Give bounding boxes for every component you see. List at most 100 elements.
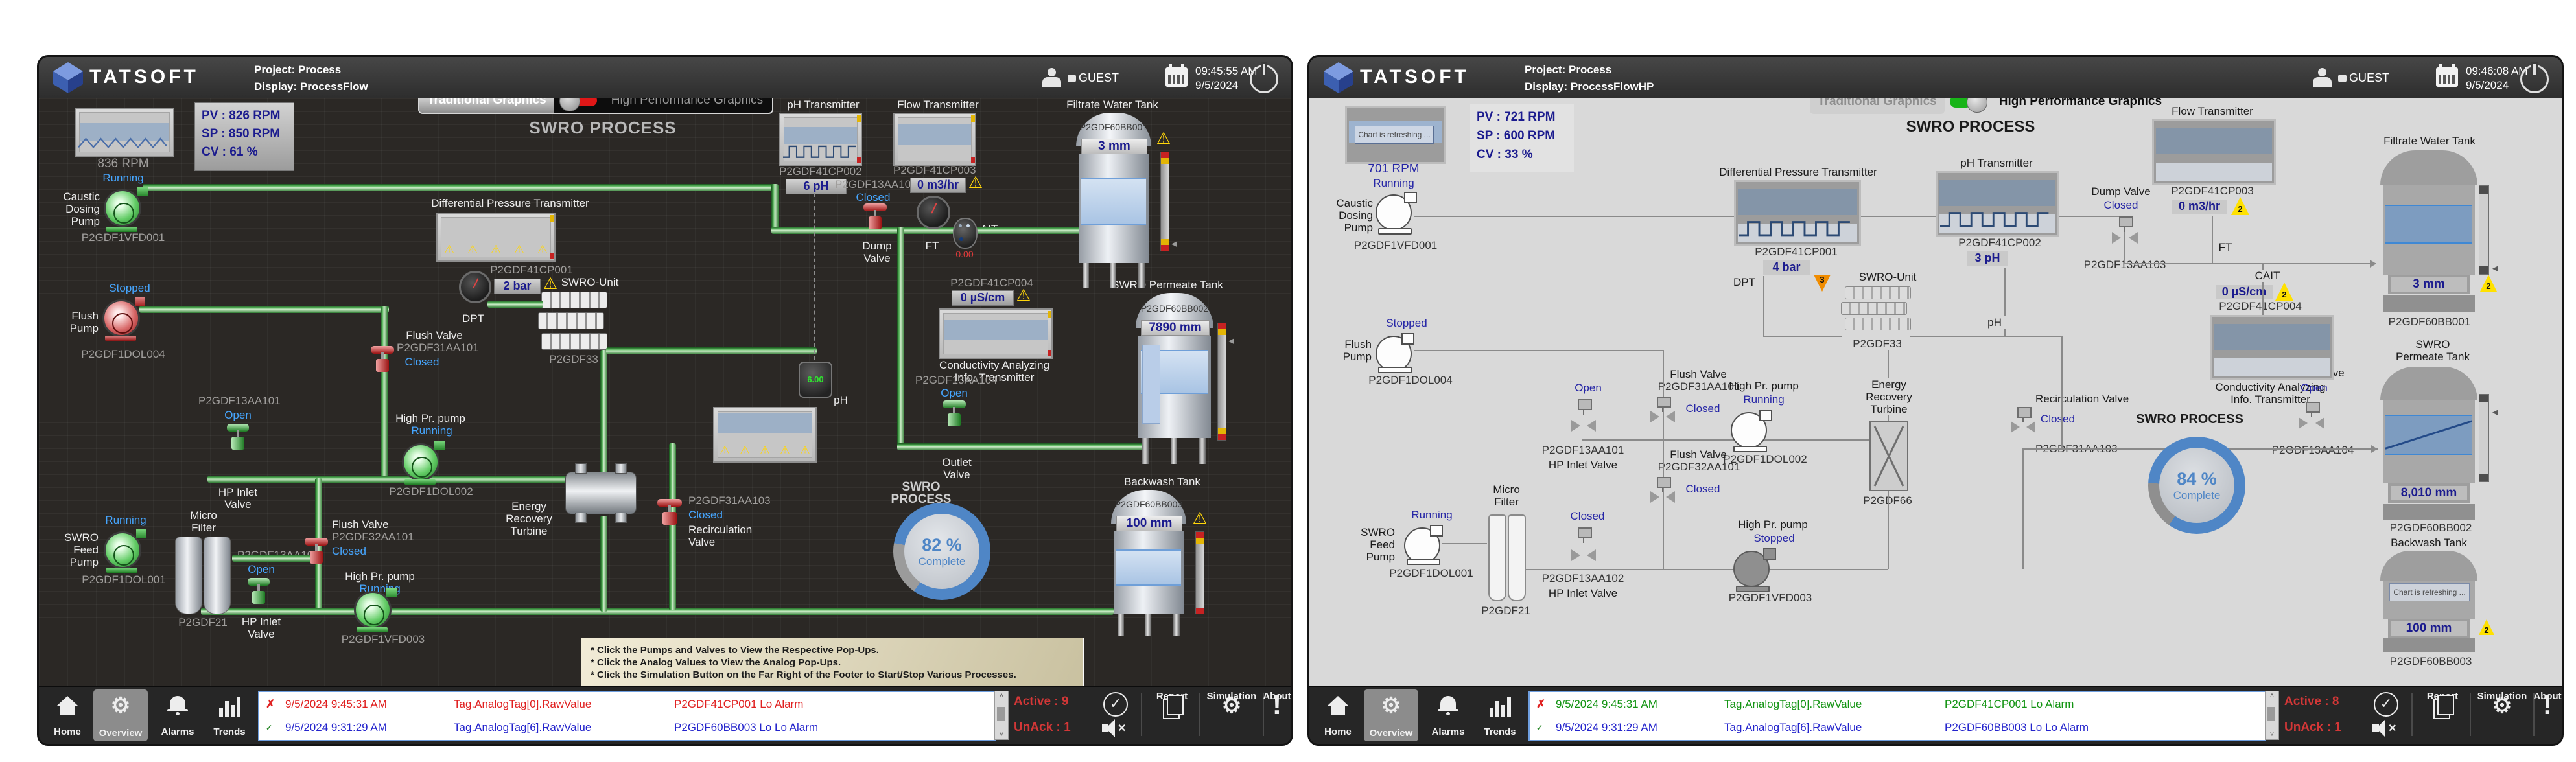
alarm-ack-icon[interactable]: ✓ — [266, 717, 272, 739]
alarm-list[interactable]: ✗ 9/5/2024 9:45:31 AM Tag.AnalogTag[0].R… — [258, 691, 996, 741]
caustic-dosing-pump[interactable] — [1376, 190, 1414, 231]
caustic-rpm-value[interactable]: 836 RPM — [78, 158, 169, 170]
flush-valve-2-status: Closed — [332, 546, 377, 557]
pid-values-box[interactable]: PV : 721 RPM SP : 600 RPM CV : 33 % — [1470, 104, 1574, 172]
hp-inlet-valve-2[interactable] — [248, 578, 270, 606]
ack-all-button[interactable]: ✓ — [2374, 692, 2398, 717]
simulation-button[interactable]: ⚙ Simulation — [1204, 691, 1259, 740]
alarm-ack-icon[interactable]: ✗ — [266, 693, 275, 715]
ft-gauge[interactable] — [917, 196, 950, 229]
outlet-valve[interactable] — [2299, 402, 2324, 442]
flow-transmitter-tag: P2GDF41CP003 — [2164, 185, 2261, 197]
pipe — [771, 184, 779, 231]
flush-valve-2[interactable] — [305, 538, 328, 569]
hp-pump-1[interactable] — [402, 439, 442, 481]
outlet-valve[interactable] — [943, 400, 966, 429]
mute-speaker-icon[interactable]: ✕ — [1102, 719, 1130, 737]
flush-valve-1[interactable] — [371, 346, 394, 377]
footer-divider — [2470, 693, 2471, 736]
pid-values-box[interactable]: PV : 826 RPM SP : 850 RPM CV : 61 % — [194, 102, 294, 171]
swro-feed-pump[interactable] — [104, 527, 144, 569]
caustic-rpm-value[interactable]: 701 RPM — [1348, 163, 1439, 175]
nav-home[interactable]: Home — [47, 691, 88, 740]
nav-alarms[interactable]: Alarms — [154, 691, 201, 740]
membrane-row[interactable] — [541, 333, 607, 350]
report-button[interactable]: Report — [1149, 691, 1195, 740]
hp-pump-1[interactable] — [1731, 408, 1770, 448]
membrane-row[interactable] — [538, 312, 604, 329]
hp-inlet-valve-1[interactable] — [1571, 399, 1596, 438]
hp-pump-2[interactable] — [1733, 547, 1774, 588]
flush-pump[interactable] — [1376, 332, 1412, 369]
cond-value[interactable]: 0 µS/cm — [2216, 285, 2273, 299]
filtrate-level-value[interactable]: 3 mm — [1081, 139, 1147, 154]
nav-home[interactable]: Home — [1317, 691, 1359, 740]
dp-value[interactable]: 2 bar — [494, 279, 541, 294]
dpt-gauge[interactable] — [459, 271, 491, 303]
hp-inlet-valve-1[interactable] — [227, 424, 249, 452]
simulation-button[interactable]: ⚙ Simulation — [2475, 691, 2529, 740]
energy-recovery-turbine[interactable] — [1869, 421, 1908, 491]
membrane-row[interactable] — [1845, 286, 1911, 299]
alarm-row[interactable]: ✗ 9/5/2024 9:45:31 AM Tag.AnalogTag[0].R… — [1530, 693, 2265, 715]
permeate-level-value[interactable]: 8,010 mm — [2391, 486, 2467, 500]
user-name[interactable]: GUEST — [2349, 71, 2389, 85]
alarm-scrollbar[interactable]: ˄ ˅ — [2265, 691, 2279, 740]
report-button[interactable]: Report — [2419, 691, 2466, 740]
dump-valve[interactable] — [2112, 216, 2138, 257]
micro-filter-cartridge[interactable] — [1508, 514, 1526, 601]
backwash-level-value[interactable]: 100 mm — [1116, 516, 1182, 531]
nav-alarms[interactable]: Alarms — [1425, 691, 1471, 740]
power-button[interactable] — [1250, 65, 1278, 93]
alarm-scrollbar[interactable]: ˄ ˅ — [994, 691, 1009, 740]
micro-filter-cartridge[interactable] — [204, 537, 231, 614]
flow-value[interactable]: 0 m3/hr — [2172, 200, 2227, 214]
mute-speaker-icon[interactable]: ✕ — [2372, 719, 2401, 737]
membrane-row[interactable] — [1841, 302, 1907, 315]
display-label: Display: — [1525, 80, 1567, 93]
flush-valve-2[interactable] — [1650, 477, 1675, 508]
pipe — [381, 306, 388, 481]
alarm-ack-icon[interactable]: ✗ — [1536, 693, 1545, 715]
nav-overview[interactable]: ⚙ Overview — [1364, 689, 1418, 741]
cond-value[interactable]: 0 µS/cm — [952, 290, 1014, 306]
ack-all-button[interactable]: ✓ — [1103, 692, 1128, 717]
hp-pump-2[interactable] — [354, 587, 394, 629]
micro-filter-cartridge[interactable] — [175, 537, 202, 614]
nav-trends[interactable]: Trends — [206, 691, 253, 740]
alarm-row[interactable]: ✓ 9/5/2024 9:31:29 AM Tag.AnalogTag[6].R… — [259, 717, 994, 739]
flow-value[interactable]: 0 m3/hr — [910, 178, 966, 193]
membrane-row[interactable] — [1845, 318, 1911, 330]
alarm-list[interactable]: ✗ 9/5/2024 9:45:31 AM Tag.AnalogTag[0].R… — [1528, 691, 2266, 741]
nav-trends[interactable]: Trends — [1477, 691, 1523, 740]
dump-valve[interactable] — [863, 203, 887, 232]
ph-gauge[interactable]: 6.00 — [799, 362, 832, 398]
flush-valve-1[interactable] — [1650, 397, 1675, 428]
dp-value[interactable]: 4 bar — [1763, 260, 1810, 275]
power-button[interactable] — [2520, 65, 2549, 93]
recirculation-valve[interactable] — [2011, 407, 2035, 438]
backwash-tank-label: Backwash Tank — [2380, 537, 2477, 549]
backwash-tank-dome[interactable] — [2380, 551, 2477, 581]
hp-inlet-valve-2[interactable] — [1571, 527, 1596, 568]
nav-overview[interactable]: ⚙ Overview — [93, 689, 148, 741]
flush-pump[interactable] — [102, 295, 143, 337]
backwash-level-value[interactable]: 100 mm — [2391, 621, 2467, 636]
recirculation-valve[interactable] — [657, 499, 682, 530]
permeate-level-value[interactable]: 7890 mm — [1141, 320, 1210, 336]
ait-value[interactable]: 0.00 — [950, 249, 979, 259]
alarm-ack-icon[interactable]: ✓ — [1536, 717, 1543, 739]
energy-recovery-turbine[interactable] — [565, 472, 637, 514]
user-name[interactable]: GUEST — [1079, 71, 1119, 85]
swro-feed-pump[interactable] — [1404, 524, 1440, 561]
ph-value[interactable]: 3 pH — [1967, 251, 2008, 266]
ait-device[interactable] — [953, 218, 978, 249]
about-button[interactable]: ! About — [2533, 691, 2562, 740]
alarm-row[interactable]: ✓ 9/5/2024 9:31:29 AM Tag.AnalogTag[6].R… — [1530, 717, 2265, 739]
membrane-row[interactable] — [541, 292, 607, 308]
alarm-row[interactable]: ✗ 9/5/2024 9:45:31 AM Tag.AnalogTag[0].R… — [259, 693, 994, 715]
about-button[interactable]: ! About — [1263, 691, 1291, 740]
caustic-dosing-pump[interactable] — [104, 185, 145, 228]
filtrate-level-value[interactable]: 3 mm — [2391, 277, 2467, 292]
micro-filter-cartridge[interactable] — [1488, 514, 1506, 601]
